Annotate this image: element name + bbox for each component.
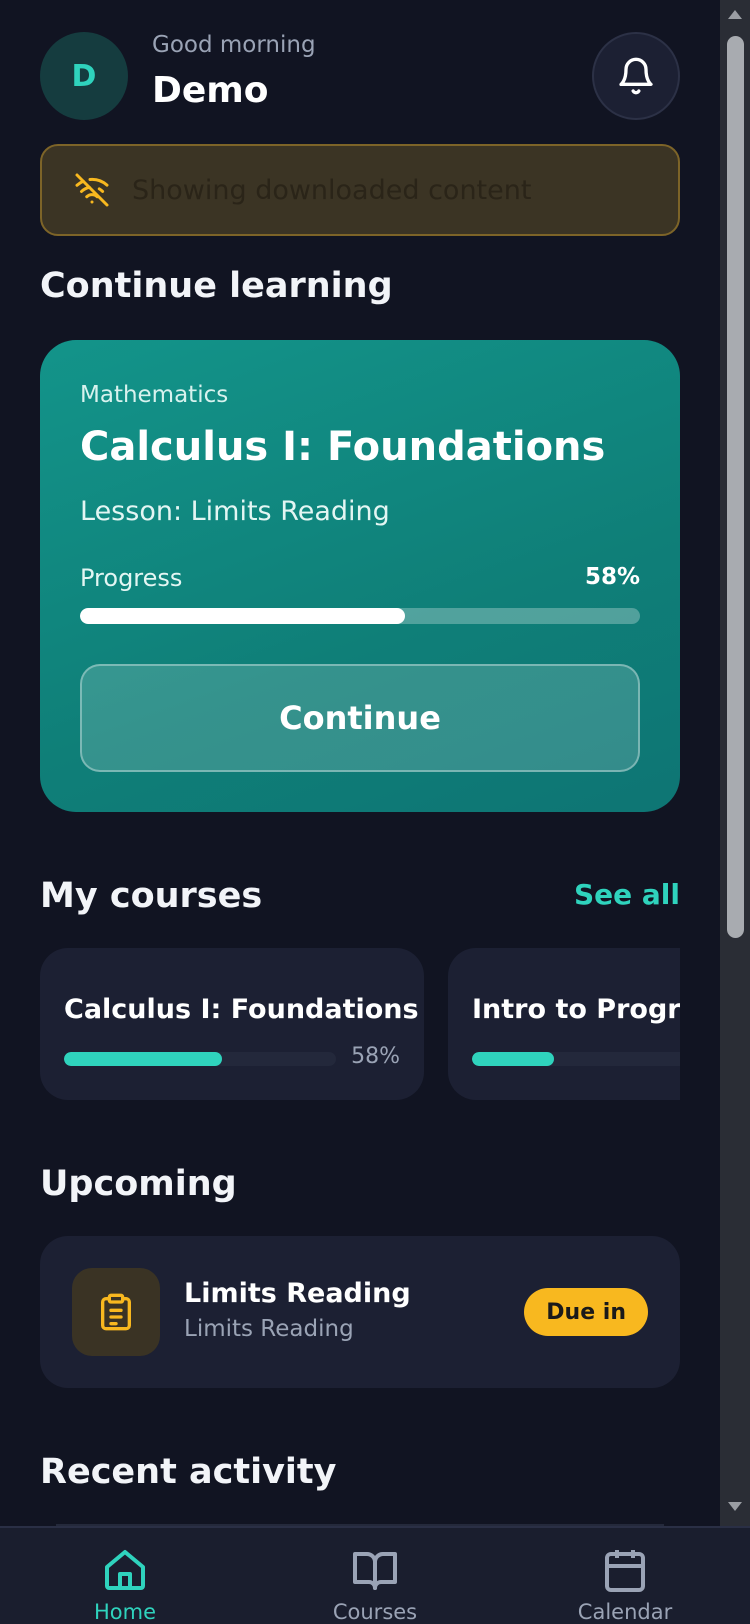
notifications-button[interactable]: [592, 32, 680, 120]
clipboard-icon: [72, 1268, 160, 1356]
nav-courses[interactable]: Courses: [300, 1546, 450, 1624]
calendar-icon: [605, 1550, 645, 1592]
progress-bar: [80, 608, 640, 624]
course-progress-fill: [64, 1052, 222, 1066]
book-icon: [353, 1552, 397, 1590]
course-card-title: Intro to Progra: [472, 994, 680, 1025]
course-card-title: Calculus I: Foundations: [64, 994, 419, 1025]
home-icon: [105, 1550, 145, 1590]
course-progress-bar: [64, 1052, 336, 1066]
scrollbar-thumb[interactable]: [727, 36, 744, 938]
user-name: Demo: [152, 70, 269, 111]
nav-calendar-label: Calendar: [577, 1600, 673, 1624]
continue-button[interactable]: Continue: [80, 664, 640, 772]
progress-bar-fill: [80, 608, 405, 624]
see-all-link[interactable]: See all: [574, 878, 680, 911]
home-screen: D Good morning Demo Showing downloaded c…: [0, 0, 720, 1526]
courses-carousel[interactable]: Calculus I: Foundations 58% Intro to Pro…: [40, 948, 680, 1100]
course-card[interactable]: Calculus I: Foundations 58%: [40, 948, 424, 1100]
continue-learning-card[interactable]: Mathematics Calculus I: Foundations Less…: [40, 340, 680, 812]
recent-activity-title: Recent activity: [40, 1452, 337, 1492]
offline-banner: Showing downloaded content: [40, 144, 680, 236]
course-card[interactable]: Intro to Progra: [448, 948, 680, 1100]
current-lesson: Lesson: Limits Reading: [80, 496, 390, 527]
bottom-navigation: Home Courses Calendar: [0, 1526, 750, 1624]
upcoming-item[interactable]: Limits Reading Limits Reading Due in: [40, 1236, 680, 1388]
avatar[interactable]: D: [40, 32, 128, 120]
course-subject: Mathematics: [80, 382, 229, 408]
bell-icon: [619, 57, 653, 95]
offline-banner-text: Showing downloaded content: [132, 174, 532, 206]
scroll-up-arrow[interactable]: [728, 10, 742, 19]
upcoming-item-subtitle: Limits Reading: [184, 1316, 354, 1342]
progress-percent: 58%: [584, 564, 640, 590]
wifi-off-icon: [74, 172, 110, 208]
course-title: Calculus I: Foundations: [80, 424, 606, 470]
upcoming-title: Upcoming: [40, 1164, 237, 1204]
greeting-text: Good morning: [152, 32, 316, 58]
nav-home[interactable]: Home: [50, 1546, 200, 1624]
nav-home-label: Home: [93, 1600, 156, 1624]
scroll-down-arrow[interactable]: [728, 1502, 742, 1511]
nav-calendar[interactable]: Calendar: [550, 1546, 700, 1624]
course-progress-percent: 58%: [351, 1044, 400, 1069]
my-courses-title: My courses: [40, 876, 263, 916]
nav-courses-label: Courses: [332, 1600, 418, 1624]
upcoming-item-title: Limits Reading: [184, 1278, 411, 1309]
course-progress-fill: [472, 1052, 554, 1066]
scrollbar[interactable]: [720, 0, 750, 1526]
course-progress-bar: [472, 1052, 680, 1066]
due-badge: Due in: [524, 1288, 648, 1336]
avatar-initial: D: [71, 58, 97, 94]
continue-learning-title: Continue learning: [40, 266, 393, 306]
progress-label: Progress: [80, 564, 183, 592]
